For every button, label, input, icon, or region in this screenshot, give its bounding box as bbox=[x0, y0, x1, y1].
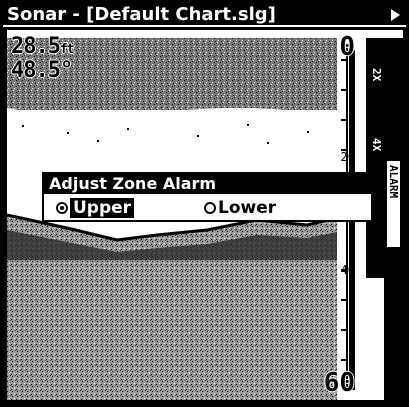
depth-value: 28.5 bbox=[11, 34, 61, 59]
depth-scale-bottom: 60 bbox=[323, 368, 355, 398]
device-frame: Sonar - [Default Chart.slg] 28.5ft 48.5°… bbox=[0, 0, 409, 407]
option-lower[interactable]: Lower bbox=[204, 198, 276, 218]
depth-readout: 28.5ft bbox=[11, 34, 75, 59]
option-upper-label: Upper bbox=[70, 198, 135, 218]
window-title: Sonar - [Default Chart.slg] bbox=[7, 4, 276, 25]
radio-unselected-icon bbox=[204, 202, 216, 214]
surface-clutter-fade bbox=[7, 107, 337, 130]
temperature-readout: 48.5° bbox=[11, 58, 73, 83]
sonar-screen: 28.5ft 48.5° 0 20 40 60 2X 4X ALARM Adju… bbox=[7, 30, 403, 400]
adjust-zone-alarm-dialog: Adjust Zone Alarm Upper Lower bbox=[42, 172, 373, 222]
depth-scale-top: 0 bbox=[339, 32, 355, 62]
radio-selected-icon bbox=[56, 202, 68, 214]
depth-unit: ft bbox=[59, 42, 75, 57]
window-titlebar: Sonar - [Default Chart.slg] bbox=[3, 3, 406, 27]
option-lower-label: Lower bbox=[218, 198, 277, 218]
zoom-strip: 2X 4X bbox=[366, 38, 384, 278]
zone-alarm-label: ALARM bbox=[387, 165, 400, 199]
zone-alarm-window[interactable]: ALARM bbox=[386, 160, 401, 248]
zoom-2x-label: 2X bbox=[370, 68, 383, 82]
depth-scale-40: 40 bbox=[340, 263, 355, 277]
zone-alarm-bar[interactable]: ALARM bbox=[384, 38, 403, 400]
menu-arrow-icon[interactable] bbox=[391, 9, 400, 21]
zoom-4x-label: 4X bbox=[370, 138, 383, 152]
dialog-title: Adjust Zone Alarm bbox=[44, 174, 371, 194]
depth-scale-20: 20 bbox=[340, 150, 355, 164]
option-upper[interactable]: Upper bbox=[56, 198, 135, 218]
